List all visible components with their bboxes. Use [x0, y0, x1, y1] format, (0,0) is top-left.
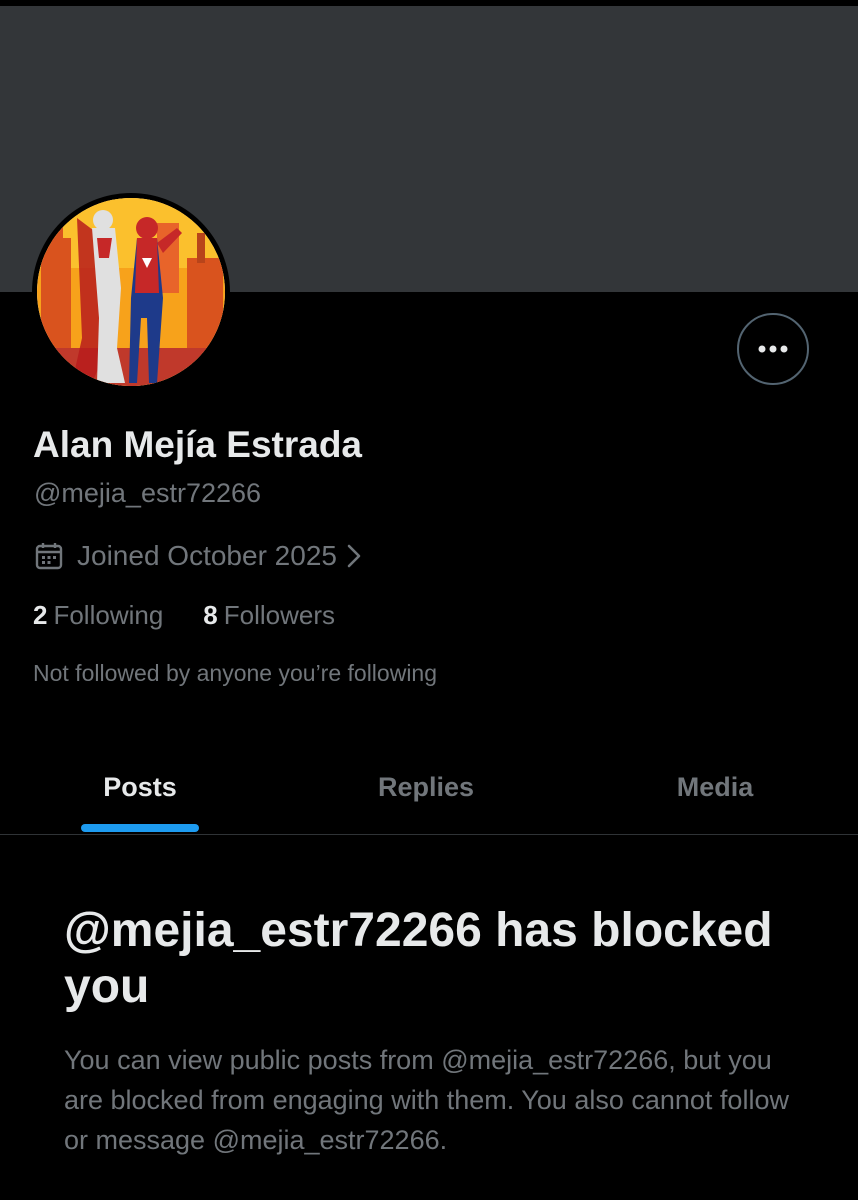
banner-top-edge [0, 0, 858, 6]
blocked-description: You can view public posts from @mejia_es… [64, 1045, 789, 1155]
tab-media[interactable]: Media [615, 740, 815, 834]
active-tab-indicator [81, 824, 199, 832]
followers-count: 8 [203, 600, 218, 630]
display-name: Alan Mejía Estrada [33, 424, 363, 465]
calendar-icon [35, 543, 63, 570]
chevron-right-icon [347, 544, 361, 568]
tab-posts[interactable]: Posts [40, 740, 240, 834]
tab-replies[interactable]: Replies [326, 740, 526, 834]
profile-tabs: Posts Replies Media [0, 740, 858, 835]
profile-handle: @mejia_estr72266 [34, 478, 262, 508]
follow-stats: 2 Following 8 Followers [33, 600, 375, 631]
followers-label: Followers [223, 600, 336, 630]
following-count: 2 [33, 600, 48, 630]
following-label: Following [53, 600, 164, 630]
blocked-title: @mejia_estr72266 has blocked you [64, 904, 773, 1013]
joined-date-link[interactable]: Joined October 2025 [35, 538, 361, 574]
joined-date: Joined October 2025 [77, 540, 337, 571]
following-link[interactable]: 2 Following [33, 600, 163, 631]
more-options-icon [758, 345, 788, 353]
profile-avatar[interactable] [32, 193, 230, 391]
followers-link[interactable]: 8 Followers [203, 600, 335, 631]
avatar-image [37, 198, 225, 386]
followed-by-text: Not followed by anyone you’re following [33, 660, 438, 686]
more-options-button[interactable] [737, 313, 809, 385]
